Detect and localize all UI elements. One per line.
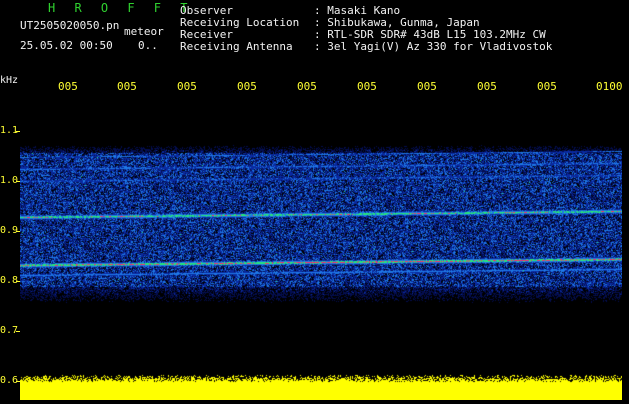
spectrogram-canvas [20, 97, 622, 400]
spectrogram-plot [20, 97, 622, 400]
x-tick-label: 005 [357, 81, 377, 93]
x-tick-label: 005 [477, 81, 497, 93]
info-key-antenna: Receiving Antenna [180, 40, 293, 53]
app-title: H R O F F T [48, 1, 194, 15]
x-tick-label: 0100 [596, 81, 623, 93]
x-tick-label: 005 [537, 81, 557, 93]
mode-label: meteor [124, 25, 164, 38]
x-tick-label: 005 [58, 81, 78, 93]
x-tick-label: 005 [417, 81, 437, 93]
x-tick-label: 005 [117, 81, 137, 93]
timestamp: 25.05.02 00:50 [20, 39, 113, 52]
file-name: UT2505020050.pn [20, 19, 120, 32]
x-tick-label: 005 [297, 81, 317, 93]
detection-count: 0.. [138, 39, 158, 52]
info-value-antenna: : 3el Yagi(V) Az 330 for Vladivostok [314, 40, 553, 53]
x-tick-label: 005 [237, 81, 257, 93]
x-tick-label: 005 [177, 81, 197, 93]
y-axis-unit-label: kHz [0, 75, 19, 86]
